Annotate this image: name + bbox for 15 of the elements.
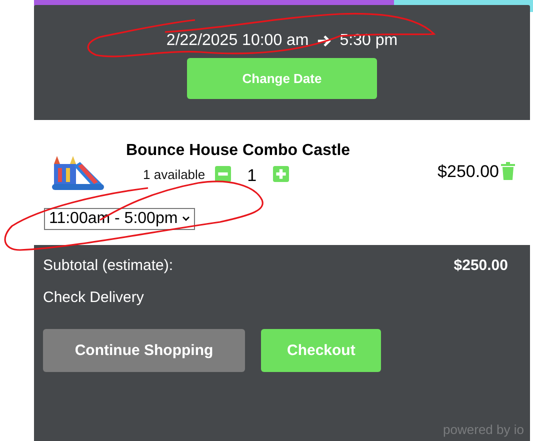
product-name: Bounce House Combo Castle	[126, 142, 352, 160]
trash-icon[interactable]	[501, 162, 515, 180]
start-datetime: 2/22/2025 10:00 am	[166, 32, 309, 50]
increase-button[interactable]	[272, 166, 289, 182]
caret-icon	[182, 216, 190, 222]
decrease-button[interactable]	[215, 166, 232, 182]
item-price: $250.00	[438, 162, 499, 182]
arrow-right-icon	[316, 34, 332, 48]
subtotal-label: Subtotal (estimate):	[43, 257, 174, 274]
quantity-value: 1	[247, 166, 257, 186]
time-slot-dropdown[interactable]: 11:00am - 5:00pm	[44, 208, 195, 230]
continue-shopping-button[interactable]: Continue Shopping	[43, 329, 245, 372]
subtotal-value: $250.00	[454, 257, 508, 274]
availability-text: 1 available	[143, 166, 206, 182]
check-delivery-link[interactable]: Check Delivery	[43, 289, 144, 306]
